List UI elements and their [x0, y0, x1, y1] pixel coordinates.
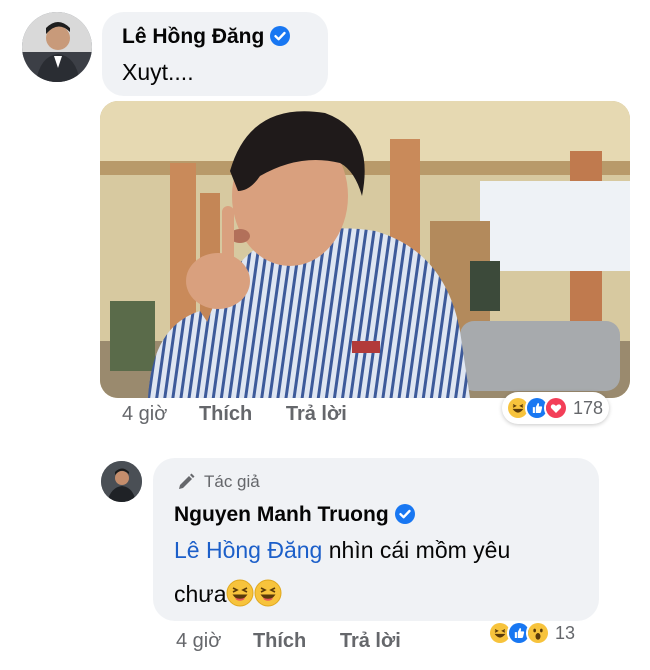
comment-actions-2: 4 giờ Thích Trả lời [176, 630, 401, 653]
like-button[interactable]: Thích [199, 403, 252, 426]
reactions-summary-1[interactable]: 178 [502, 392, 610, 424]
laughing-emoji-icon [226, 579, 254, 607]
avatar-nguyen-manh-truong[interactable] [101, 461, 142, 502]
comment-timestamp[interactable]: 4 giờ [176, 630, 221, 653]
pencil-icon [179, 473, 195, 489]
reaction-count: 13 [555, 622, 576, 643]
comment-author-name[interactable]: Lê Hồng Đăng [122, 25, 264, 48]
verified-badge-icon [394, 504, 415, 524]
verified-badge-icon [270, 26, 291, 46]
author-badge-label: Tác giả [204, 472, 260, 491]
mention-link[interactable]: Lê Hồng Đăng [174, 537, 322, 563]
comment-text-line2: chưa [174, 581, 227, 607]
laughing-emoji-icon [254, 579, 282, 607]
comment-author-row: Lê Hồng Đăng [122, 25, 291, 49]
comment-attached-photo[interactable] [100, 101, 630, 398]
comment-timestamp[interactable]: 4 giờ [122, 403, 167, 426]
reaction-count: 178 [573, 397, 604, 418]
reply-button[interactable]: Trả lời [340, 630, 401, 653]
love-icon [544, 396, 568, 420]
comment-author-name[interactable]: Nguyen Manh Truong [174, 503, 389, 526]
like-button[interactable]: Thích [253, 630, 306, 653]
wow-icon [526, 621, 550, 645]
comment-bubble-1: Lê Hồng Đăng Xuyt.... [102, 12, 328, 96]
avatar-le-hong-dang[interactable] [22, 12, 92, 82]
comment-text: Xuyt.... [122, 59, 194, 85]
reactions-summary-2[interactable]: 13 [484, 617, 581, 649]
comment-text-part: nhìn cái mồm yêu [322, 537, 511, 563]
comment-text: Lê Hồng Đăng nhìn cái mồm yêu chưa [174, 528, 589, 616]
reply-button[interactable]: Trả lời [286, 403, 347, 426]
author-badge: Tác giả [176, 472, 260, 492]
comment-text-line-2: chưa [174, 572, 589, 616]
comment-author-row-2: Nguyen Manh Truong [174, 503, 415, 527]
comment-text-line-1: Lê Hồng Đăng nhìn cái mồm yêu [174, 528, 589, 572]
comment-actions-1: 4 giờ Thích Trả lời [122, 403, 347, 426]
